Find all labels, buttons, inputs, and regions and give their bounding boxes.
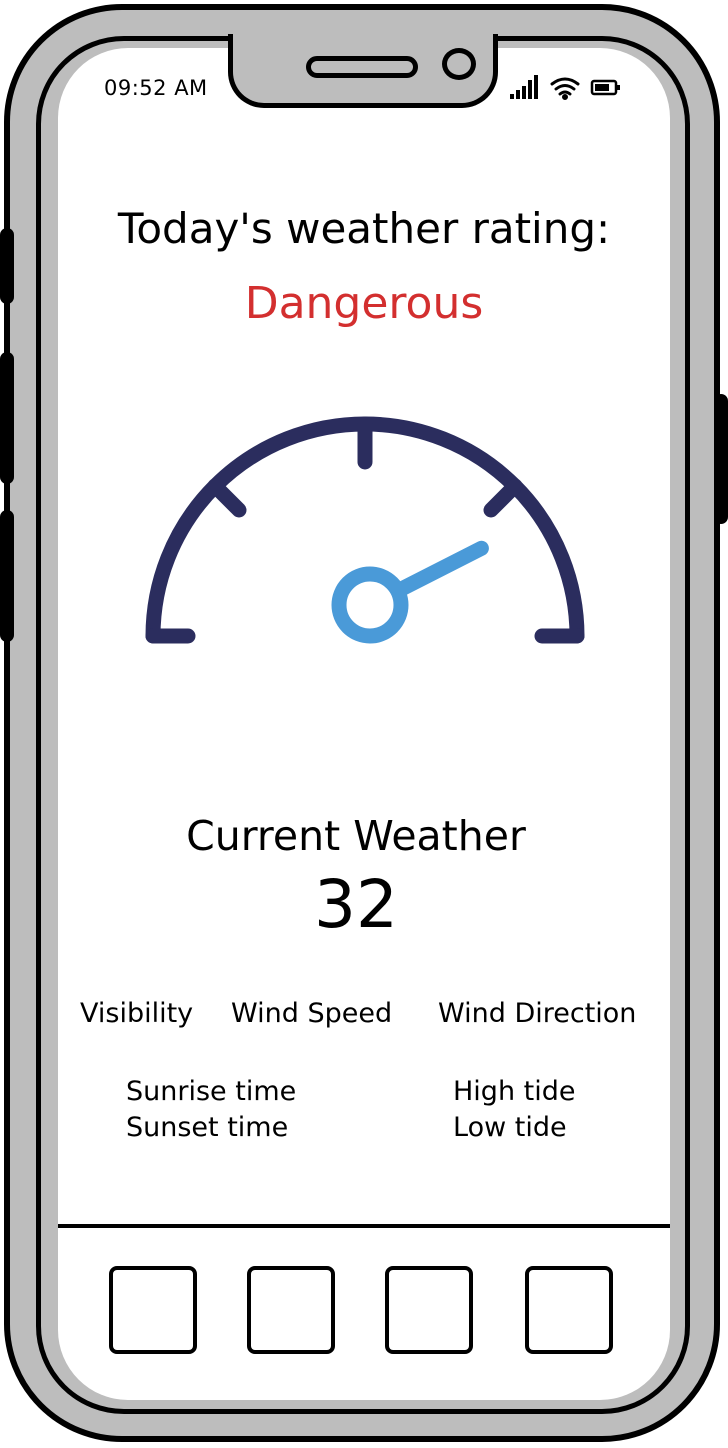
nav-button-3[interactable] [385,1266,473,1354]
speedometer-gauge-icon [145,416,585,644]
current-weather-value: 32 [314,866,398,943]
current-weather-label: Current Weather [186,812,526,860]
wifi-icon [550,77,580,100]
power-button [714,394,728,524]
sunrise-time: Sunrise time [126,1076,297,1107]
battery-icon [590,79,620,96]
metric-wind-direction: Wind Direction [438,998,637,1029]
nav-button-4[interactable] [525,1266,613,1354]
rating-value: Dangerous [244,278,484,329]
low-tide: Low tide [453,1112,567,1143]
metric-visibility: Visibility [80,998,194,1029]
metric-wind-speed: Wind Speed [231,998,393,1029]
mute-switch [0,510,14,642]
rating-heading: Today's weather rating: [117,204,611,253]
nav-button-2[interactable] [247,1266,335,1354]
gauge-needle [331,540,489,644]
sunset-time: Sunset time [126,1112,289,1143]
signal-icon [510,75,538,99]
camera-icon [442,48,476,80]
nav-button-1[interactable] [109,1266,197,1354]
gauge-tick-left [207,478,247,518]
speaker-icon [306,56,418,78]
nav-divider [58,1224,670,1228]
gauge-tick-right [483,478,523,518]
volume-down-button [0,352,14,484]
status-time: 09:52 AM [104,76,208,100]
status-icons [510,75,620,100]
high-tide: High tide [453,1076,576,1107]
